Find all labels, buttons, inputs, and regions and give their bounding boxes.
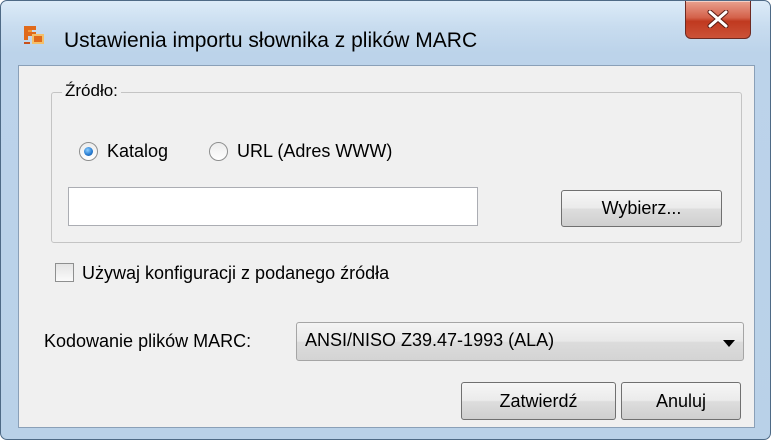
browse-button[interactable]: Wybierz... <box>561 190 722 227</box>
window-title: Ustawienia importu słownika z plików MAR… <box>64 29 478 52</box>
radio-url[interactable] <box>209 142 228 161</box>
radio-katalog[interactable] <box>79 142 98 161</box>
encoding-label: Kodowanie plików MARC: <box>44 331 252 351</box>
source-path-input[interactable] <box>68 187 478 226</box>
use-config-label[interactable]: Używaj konfiguracji z podanego źródła <box>82 262 389 284</box>
close-icon <box>707 10 729 28</box>
cancel-button-label: Anuluj <box>655 391 707 411</box>
close-button[interactable] <box>685 1 751 39</box>
dialog-content: Źródło: Katalog URL (Adres WWW) Wybierz.… <box>18 65 755 428</box>
encoding-selected-value: ANSI/NISO Z39.47-1993 (ALA) <box>305 330 555 350</box>
source-group-label: Źródło: <box>62 81 121 101</box>
chevron-down-icon <box>723 340 735 347</box>
title-bar[interactable]: Ustawienia importu słownika z plików MAR… <box>1 1 770 61</box>
dialog-window: Ustawienia importu słownika z plików MAR… <box>0 0 771 440</box>
cancel-button[interactable]: Anuluj <box>621 382 741 420</box>
confirm-button[interactable]: Zatwierdź <box>461 382 616 420</box>
confirm-button-label: Zatwierdź <box>499 391 578 411</box>
encoding-select[interactable]: ANSI/NISO Z39.47-1993 (ALA) <box>296 322 744 361</box>
radio-url-label[interactable]: URL (Adres WWW) <box>237 140 392 162</box>
app-logo-icon <box>24 26 44 44</box>
radio-katalog-label[interactable]: Katalog <box>107 140 168 162</box>
use-config-checkbox[interactable] <box>55 263 74 282</box>
browse-button-label: Wybierz... <box>601 198 682 218</box>
